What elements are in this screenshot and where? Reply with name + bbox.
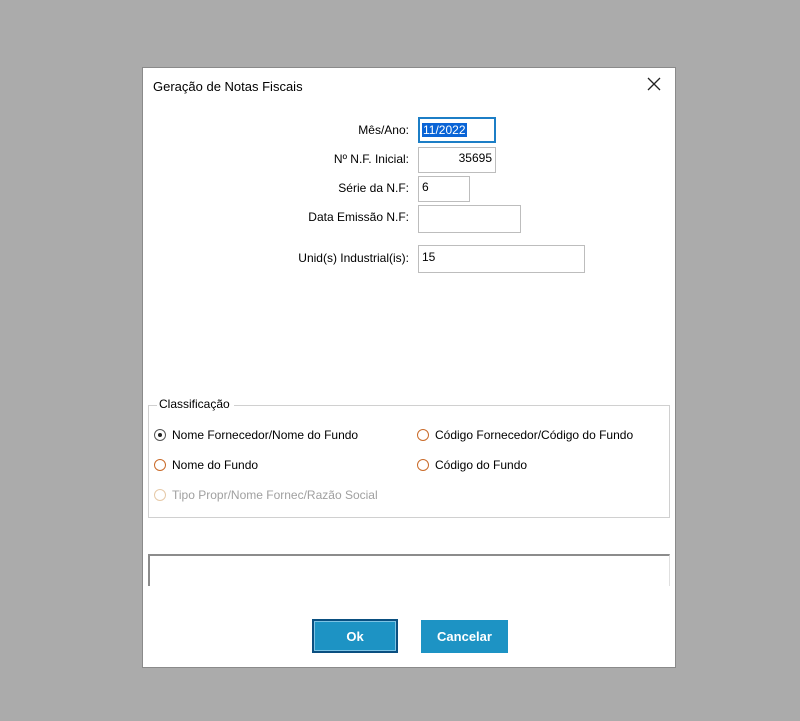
serie-value: 6 (422, 180, 429, 194)
unid-industrial-input[interactable]: 15 (418, 245, 585, 273)
nf-inicial-input[interactable]: 35695 (418, 147, 496, 173)
classificacao-group: Classificação Nome Fornecedor/Nome do Fu… (148, 397, 670, 518)
classificacao-legend: Classificação (157, 397, 234, 411)
radio-tipo-propr: Tipo Propr/Nome Fornec/Razão Social (154, 488, 378, 502)
data-emissao-input[interactable] (418, 205, 521, 233)
data-emissao-label: Data Emissão N.F: (308, 210, 409, 224)
mes-ano-input[interactable]: 11/2022 (418, 117, 496, 143)
radio-codigo-fundo-label: Código do Fundo (435, 458, 528, 472)
cancel-button[interactable]: Cancelar (421, 620, 508, 653)
radio-checked-icon (154, 429, 166, 441)
radio-unchecked-icon (154, 459, 166, 471)
dialog-title: Geração de Notas Fiscais (153, 79, 303, 94)
nf-inicial-label: Nº N.F. Inicial: (333, 152, 409, 166)
radio-unchecked-icon (417, 459, 429, 471)
radio-disabled-icon (154, 489, 166, 501)
radio-nome-fundo-label: Nome do Fundo (172, 458, 259, 472)
serie-label: Série da N.F: (338, 181, 409, 195)
nf-inicial-value: 35695 (458, 151, 492, 165)
serie-input[interactable]: 6 (418, 176, 470, 202)
radio-nome-fundo[interactable]: Nome do Fundo (154, 458, 258, 472)
close-icon[interactable] (645, 75, 663, 93)
radio-tipo-propr-label: Tipo Propr/Nome Fornec/Razão Social (172, 488, 378, 502)
radio-unchecked-icon (417, 429, 429, 441)
radio-codigo-fundo[interactable]: Código do Fundo (417, 458, 527, 472)
mes-ano-label: Mês/Ano: (358, 123, 409, 137)
radio-nome-fornecedor-label: Nome Fornecedor/Nome do Fundo (172, 428, 359, 442)
unid-industrial-value: 15 (422, 250, 436, 264)
unid-industrial-label: Unid(s) Industrial(is): (298, 251, 409, 265)
radio-codigo-fornecedor-label: Código Fornecedor/Código do Fundo (435, 428, 634, 442)
mes-ano-value: 11/2022 (422, 123, 467, 137)
message-box (148, 554, 670, 586)
nf-generation-dialog: Geração de Notas Fiscais Mês/Ano: 11/202… (142, 67, 676, 668)
radio-nome-fornecedor[interactable]: Nome Fornecedor/Nome do Fundo (154, 428, 358, 442)
ok-button[interactable]: Ok (312, 619, 398, 653)
radio-codigo-fornecedor[interactable]: Código Fornecedor/Código do Fundo (417, 428, 633, 442)
